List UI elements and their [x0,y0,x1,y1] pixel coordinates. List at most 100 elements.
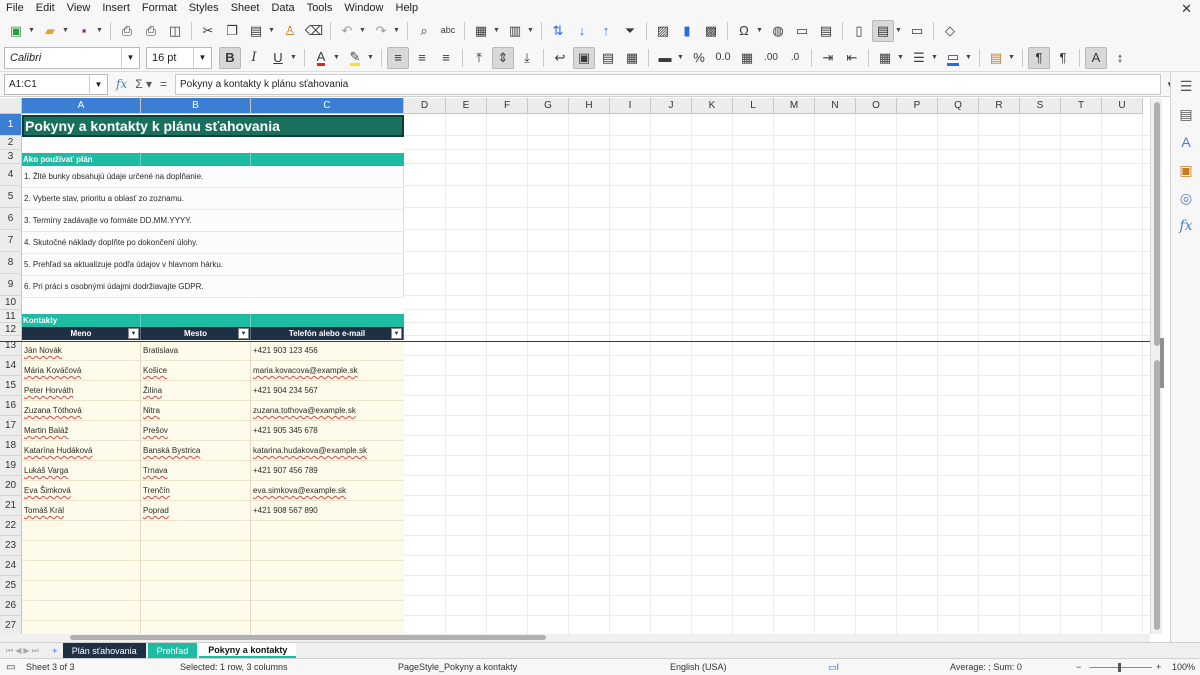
menu-insert[interactable]: Insert [96,0,136,17]
zoom-slider[interactable] [1090,667,1152,668]
row-header[interactable]: 15 [0,376,22,396]
clear-formatting-icon[interactable]: ⌫ [303,20,325,42]
number-format-icon[interactable]: 0.0 [712,47,734,69]
zoom-in-icon[interactable]: + [1156,659,1161,675]
contact-name[interactable]: Peter Horváth [23,381,140,400]
contacts-header-cell[interactable]: Kontakty [22,314,404,327]
language-status[interactable]: English (USA) [670,659,727,675]
cut-icon[interactable]: ✂ [197,20,219,42]
table-header-contact[interactable]: Telefón alebo e-mail ▼ [251,327,404,340]
contact-name[interactable]: Zuzana Tóthová [23,401,140,420]
add-sheet-icon[interactable]: + [49,646,61,656]
font-name-combo[interactable]: Calibri ▼ [4,46,140,69]
insert-chart-icon[interactable]: ▮ [676,20,698,42]
row-header[interactable]: 22 [0,516,22,536]
tab-prehlad[interactable]: Prehľad [147,643,198,658]
table-row[interactable] [22,581,404,601]
column-header[interactable]: U [1102,98,1143,114]
next-sheet-icon[interactable]: ▶ [23,646,29,656]
chevron-down-icon[interactable]: ▼ [121,47,139,68]
row-header[interactable]: 3 [0,150,22,164]
first-sheet-icon[interactable]: ⏮ [6,646,13,656]
contact-contact[interactable]: eva.simkova@example.sk [252,481,402,500]
column-header[interactable]: S [1020,98,1061,114]
highlight-dropdown-icon[interactable]: ▼ [367,54,375,61]
name-box[interactable]: A1:C1 ▼ [4,73,108,95]
menu-sheet[interactable]: Sheet [225,0,266,17]
instruction-row[interactable]: 6. Pri práci s osobnými údajmi dodržiava… [22,276,404,298]
column-dropdown-icon[interactable]: ▼ [527,27,535,34]
row-header[interactable]: 21 [0,496,22,516]
align-middle-icon[interactable]: ⇕ [492,46,514,69]
special-character-dropdown-icon[interactable]: ▼ [756,27,764,34]
new-dropdown-icon[interactable]: ▼ [28,27,36,34]
hyperlink-icon[interactable]: ◍ [767,20,789,42]
contact-name[interactable]: Katarína Hudáková [23,441,140,460]
function-wizard-icon[interactable]: fx [116,77,127,91]
menu-format[interactable]: Format [136,0,183,17]
unmerge-cells-icon[interactable]: ▦ [621,47,643,69]
underline-dropdown-icon[interactable]: ▼ [290,54,298,61]
contact-city[interactable]: Bratislava [142,341,250,360]
navigator-icon[interactable]: ◎ [1171,184,1200,212]
row-header[interactable]: 9 [0,274,22,296]
align-bottom-icon[interactable]: ⤓ [516,47,538,69]
table-row[interactable]: Martin Baláž Prešov +421 905 345 678 [22,421,404,441]
left-to-right-icon[interactable]: ¶ [1028,46,1050,69]
open-dropdown-icon[interactable]: ▼ [62,27,70,34]
previous-sheet-icon[interactable]: ◀ [15,646,21,656]
table-row[interactable]: Zuzana Tóthová Nitra zuzana.tothova@exampl… [22,401,404,421]
column-header[interactable]: O [856,98,897,114]
contact-contact[interactable]: +421 907 456 789 [252,461,402,480]
row-header[interactable]: 10 [0,296,22,310]
currency-format-icon[interactable]: ▬ [654,47,676,69]
menu-file[interactable]: File [0,0,30,17]
instruction-row[interactable]: 1. Žlté bunky obsahujú údaje určené na d… [22,166,404,188]
merge-cells-icon[interactable]: ▤ [597,47,619,69]
row-header[interactable]: 6 [0,208,22,230]
row-header[interactable]: 7 [0,230,22,252]
row-header[interactable]: 18 [0,436,22,456]
conditional-dropdown-icon[interactable]: ▼ [1008,54,1016,61]
functions-icon[interactable]: fx [1171,212,1200,240]
table-row[interactable]: Lukáš Varga Trnava +421 907 456 789 [22,461,404,481]
font-color-button[interactable]: A [310,47,332,69]
new-document-icon[interactable]: ▣ [5,20,27,42]
row-header[interactable]: 17 [0,416,22,436]
menu-window[interactable]: Window [338,0,389,17]
row-header[interactable]: 16 [0,396,22,416]
tab-plan-stahovania[interactable]: Plán sťahovania [62,643,146,658]
menu-help[interactable]: Help [390,0,425,17]
row-dropdown-icon[interactable]: ▼ [493,27,501,34]
row-header[interactable]: 12 [0,323,22,336]
row-header[interactable]: 20 [0,476,22,496]
row-header[interactable]: 24 [0,556,22,576]
contact-name[interactable]: Lukáš Varga [23,461,140,480]
italic-button[interactable]: I [243,47,265,69]
borders-dropdown-icon[interactable]: ▼ [897,54,905,61]
contact-contact[interactable]: maria.kovacova@example.sk [252,361,402,380]
redo-icon[interactable]: ↷ [370,20,392,42]
row-header[interactable]: 1 [0,114,22,136]
row-header[interactable]: 25 [0,576,22,596]
add-decimal-icon[interactable]: .00 [760,47,782,69]
align-right-icon[interactable]: ≡ [435,47,457,69]
headers-footers-icon[interactable]: ▤ [815,20,837,42]
column-header[interactable]: I [610,98,651,114]
column-header[interactable]: M [774,98,815,114]
table-row[interactable] [22,621,404,634]
pivot-table-icon[interactable]: ▩ [700,20,722,42]
menu-styles[interactable]: Styles [183,0,225,17]
contact-name[interactable]: Eva Šimková [23,481,140,500]
print-preview-icon[interactable]: ◫ [164,20,186,42]
align-center-icon[interactable]: ≡ [411,47,433,69]
sort-descending-icon[interactable]: ↑ [595,20,617,42]
column-header[interactable]: T [1061,98,1102,114]
undo-dropdown-icon[interactable]: ▼ [359,27,367,34]
last-sheet-icon[interactable]: ⏭ [32,646,39,656]
highlight-color-button[interactable]: ✎ [344,47,366,69]
column-header[interactable]: J [651,98,692,114]
properties-icon[interactable]: ▤ [1171,100,1200,128]
sort-icon[interactable]: ⇅ [547,20,569,42]
row-icon[interactable]: ▦ [470,20,492,42]
